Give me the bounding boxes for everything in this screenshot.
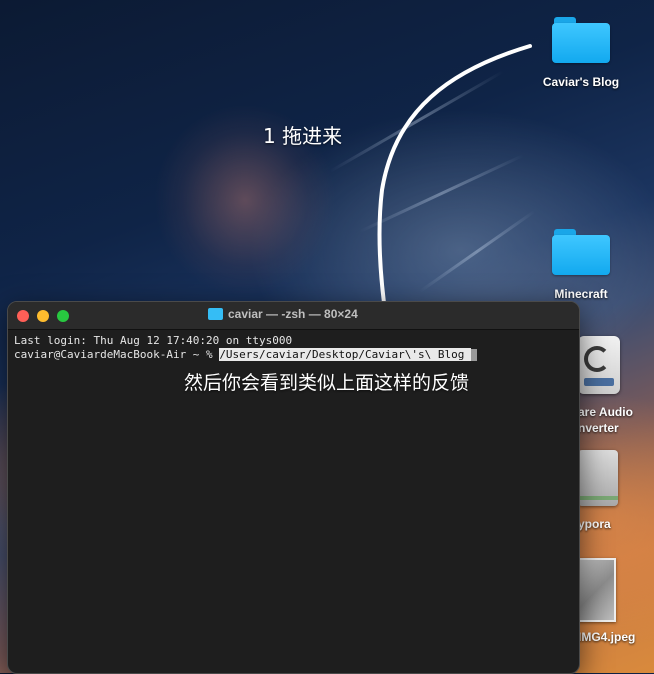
folder-icon <box>208 308 223 320</box>
terminal-titlebar[interactable]: caviar — -zsh — 80×24 <box>8 302 579 330</box>
annotation-feedback: 然后你会看到类似上面这样的反馈 <box>184 372 470 394</box>
text-cursor <box>470 349 477 361</box>
terminal-output[interactable]: Last login: Thu Aug 12 17:40:20 on ttys0… <box>8 330 579 366</box>
shell-prompt: caviar@CaviardeMacBook-Air ~ % <box>14 348 220 361</box>
zoom-button[interactable] <box>57 310 69 322</box>
close-button[interactable] <box>17 310 29 322</box>
window-title: caviar — -zsh — 80×24 <box>228 307 358 321</box>
terminal-window[interactable]: caviar — -zsh — 80×24 Last login: Thu Au… <box>7 301 580 674</box>
minimize-button[interactable] <box>37 310 49 322</box>
last-login-line: Last login: Thu Aug 12 17:40:20 on ttys0… <box>14 334 293 347</box>
prompt-line: caviar@CaviardeMacBook-Air ~ % /Users/ca… <box>14 348 573 362</box>
dragged-path: /Users/caviar/Desktop/Caviar\'s\ Blog <box>219 348 471 361</box>
